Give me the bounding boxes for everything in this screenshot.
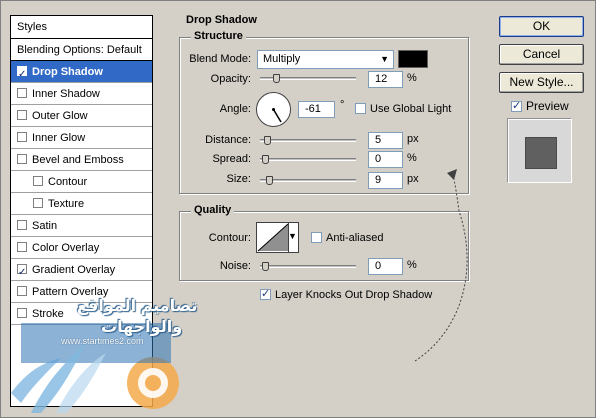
watermark-line1: تصاميم المواقع <box>77 298 198 315</box>
use-global-light-box[interactable] <box>355 103 366 114</box>
opacity-field[interactable]: 12 <box>368 71 403 88</box>
angle-needle-icon <box>272 108 282 123</box>
style-item-label: Outer Glow <box>32 110 88 122</box>
blend-mode-label: Blend Mode: <box>189 53 251 65</box>
style-item-checkbox[interactable] <box>17 64 27 86</box>
cancel-button[interactable]: Cancel <box>499 44 584 65</box>
style-item-checkbox[interactable] <box>17 262 27 284</box>
structure-title: Structure <box>191 30 246 42</box>
preview-checkbox[interactable]: Preview <box>511 99 569 113</box>
styles-header[interactable]: Styles <box>11 16 152 39</box>
quality-title: Quality <box>191 204 235 216</box>
preview-swatch <box>525 137 557 169</box>
style-item-label: Satin <box>32 220 58 232</box>
style-item-bevel-and-emboss[interactable]: Bevel and Emboss <box>11 149 152 171</box>
linear-contour-icon <box>257 223 289 252</box>
watermark-line2: والواجهات <box>101 319 183 336</box>
opacity-slider-thumb[interactable] <box>273 74 280 83</box>
blend-mode-select[interactable]: Multiply ▼ <box>257 50 394 69</box>
contour-dropdown-icon[interactable]: ▼ <box>288 231 297 241</box>
opacity-label: Opacity: <box>210 73 251 85</box>
distance-label: Distance: <box>205 134 251 146</box>
style-item-label: Texture <box>48 198 85 210</box>
style-item-checkbox[interactable] <box>33 198 43 208</box>
size-slider-track[interactable] <box>260 179 356 182</box>
style-item-checkbox[interactable] <box>17 308 27 318</box>
annotation-arrow-icon <box>414 169 468 362</box>
style-item-blending-options-default[interactable]: Blending Options: Default <box>11 39 152 61</box>
style-item-checkbox[interactable] <box>17 286 27 296</box>
style-item-gradient-overlay[interactable]: Gradient Overlay <box>11 259 152 284</box>
spread-slider-thumb[interactable] <box>262 155 269 164</box>
use-global-light-label: Use Global Light <box>370 103 452 115</box>
style-item-checkbox[interactable] <box>17 132 27 142</box>
style-item-contour[interactable]: Contour <box>11 171 152 193</box>
style-preview <box>508 119 572 183</box>
use-global-light-checkbox[interactable]: Use Global Light <box>355 103 451 115</box>
style-item-label: Inner Glow <box>32 132 86 144</box>
angle-unit: ° <box>340 99 345 111</box>
angle-label: Angle: <box>219 103 251 115</box>
anti-aliased-label: Anti-aliased <box>326 232 384 244</box>
layer-style-dialog: Styles Blending Options: Default Drop Sha… <box>0 0 596 418</box>
style-item-label: Bevel and Emboss <box>32 154 124 166</box>
style-item-inner-shadow[interactable]: Inner Shadow <box>11 83 152 105</box>
drop-shadow-title: Drop Shadow <box>183 14 260 26</box>
ok-button[interactable]: OK <box>499 16 584 37</box>
noise-label: Noise: <box>219 260 251 272</box>
preview-label: Preview <box>526 99 569 113</box>
spread-slider-track[interactable] <box>260 158 356 161</box>
noise-field[interactable]: 0 <box>368 258 403 275</box>
size-slider-thumb[interactable] <box>266 176 273 185</box>
style-item-color-overlay[interactable]: Color Overlay <box>11 237 152 259</box>
anti-aliased-box[interactable] <box>311 232 322 243</box>
style-item-drop-shadow[interactable]: Drop Shadow <box>11 61 152 86</box>
style-item-label: Inner Shadow <box>32 88 100 100</box>
style-item-checkbox[interactable] <box>17 242 27 252</box>
blend-mode-value: Multiply <box>263 53 301 65</box>
chevron-down-icon: ▼ <box>380 54 389 64</box>
distance-field[interactable]: 5 <box>368 132 403 149</box>
watermark-url: www.startimes2.com <box>61 336 144 346</box>
style-item-label: Stroke <box>32 308 64 320</box>
noise-slider-thumb[interactable] <box>262 262 269 271</box>
opacity-unit: % <box>407 72 417 84</box>
angle-dial[interactable] <box>256 92 291 127</box>
preview-box[interactable] <box>511 99 522 112</box>
spread-field[interactable]: 0 <box>368 151 403 168</box>
style-item-label: Gradient Overlay <box>32 264 116 276</box>
shadow-color-swatch[interactable] <box>398 50 428 68</box>
contour-label: Contour: <box>208 232 251 244</box>
styles-list: Styles Blending Options: Default Drop Sha… <box>10 15 153 407</box>
style-item-label: Blending Options: Default <box>17 44 142 56</box>
anti-aliased-checkbox[interactable]: Anti-aliased <box>311 232 383 244</box>
style-item-checkbox[interactable] <box>17 220 27 230</box>
angle-field[interactable]: -61 <box>298 101 335 118</box>
style-item-label: Drop Shadow <box>32 66 103 78</box>
style-item-texture[interactable]: Texture <box>11 193 152 215</box>
size-label: Size: <box>226 173 251 185</box>
style-item-inner-glow[interactable]: Inner Glow <box>11 127 152 149</box>
distance-slider-thumb[interactable] <box>264 136 271 145</box>
size-field[interactable]: 9 <box>368 172 403 189</box>
distance-unit: px <box>407 133 419 145</box>
style-item-label: Contour <box>48 176 88 188</box>
style-item-satin[interactable]: Satin <box>11 215 152 237</box>
style-item-checkbox[interactable] <box>33 176 43 186</box>
distance-slider-track[interactable] <box>260 139 356 142</box>
style-item-checkbox[interactable] <box>17 88 27 98</box>
layer-knocks-out-box[interactable] <box>260 287 271 300</box>
style-item-outer-glow[interactable]: Outer Glow <box>11 105 152 127</box>
noise-slider-track[interactable] <box>260 265 356 268</box>
style-item-label: Color Overlay <box>32 242 100 254</box>
new-style-button[interactable]: New Style... <box>499 72 584 93</box>
spread-label: Spread: <box>212 153 251 165</box>
style-item-checkbox[interactable] <box>17 110 27 120</box>
style-item-checkbox[interactable] <box>17 154 27 164</box>
